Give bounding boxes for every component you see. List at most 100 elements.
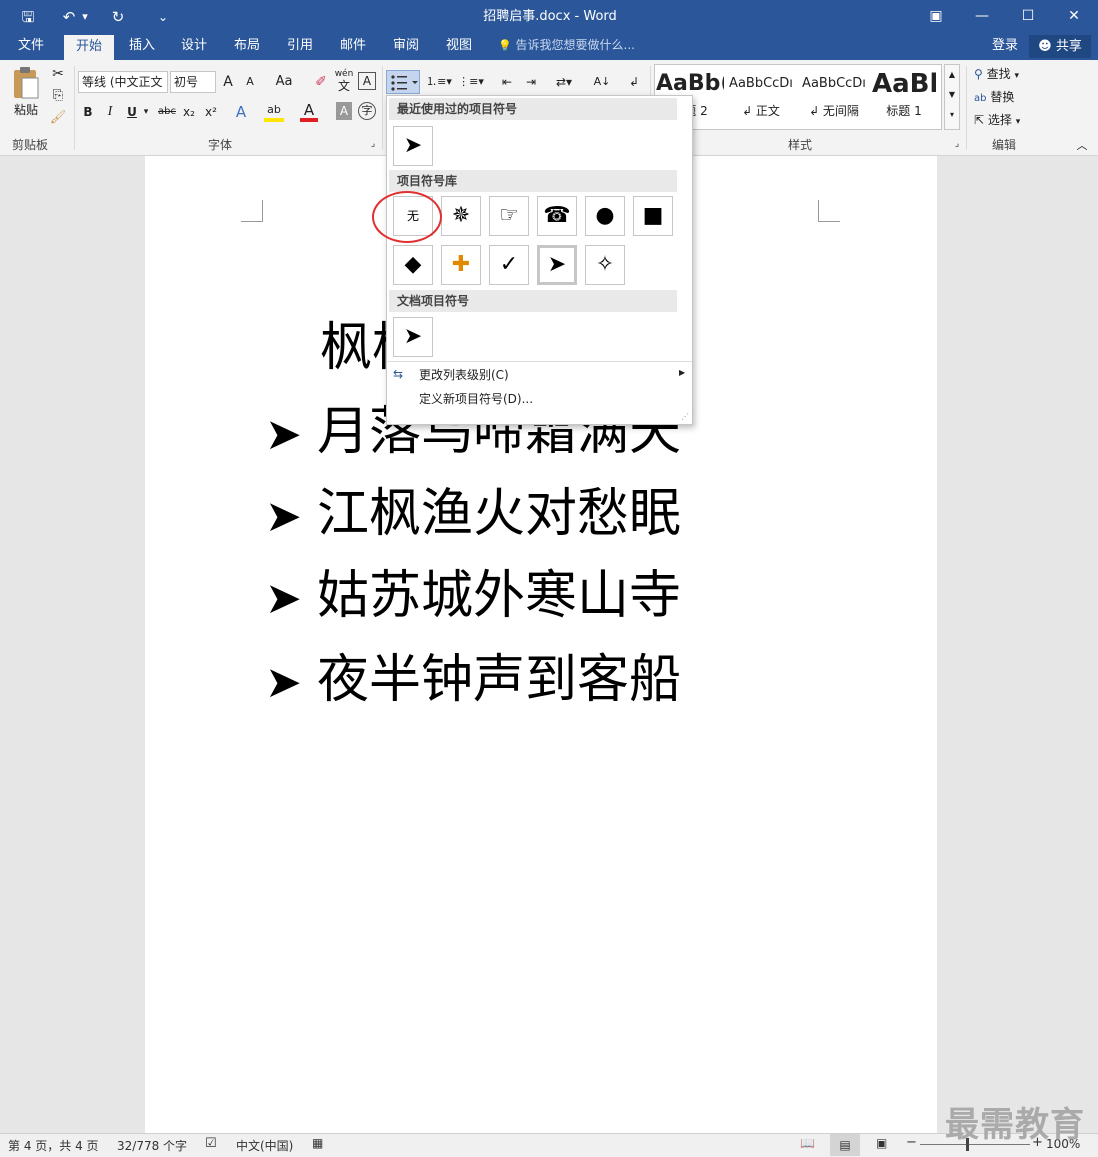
bullet-star[interactable]: ✵: [441, 196, 481, 236]
paste-label[interactable]: 粘贴: [10, 100, 42, 120]
resize-grip-icon[interactable]: ⋰: [681, 412, 689, 421]
style-no-spacing[interactable]: AaBbCcDı ↲ 无间隔: [798, 66, 870, 128]
page-count[interactable]: 第 4 页，共 4 页: [8, 1137, 99, 1154]
style-normal[interactable]: AaBbCcDı ↲ 正文: [726, 66, 796, 128]
web-layout-icon[interactable]: ▣: [876, 1136, 887, 1150]
shrink-font-icon[interactable]: A: [242, 72, 258, 92]
font-name-combo[interactable]: 等线 (中文正文: [78, 71, 168, 93]
tab-design[interactable]: 设计: [172, 33, 216, 60]
format-painter-icon[interactable]: 🖌: [48, 108, 68, 128]
tab-file[interactable]: 文件: [8, 33, 54, 60]
print-layout-icon[interactable]: ▤: [830, 1134, 860, 1156]
decrease-indent-icon[interactable]: ⇤: [496, 72, 518, 92]
bullet-colored-cross[interactable]: ✚: [441, 245, 481, 285]
numbering-icon[interactable]: ⒈≡▾: [424, 72, 454, 92]
redo-icon[interactable]: ↻: [107, 6, 129, 28]
increase-indent-icon[interactable]: ⇥: [520, 72, 542, 92]
clipboard-group-label: 剪贴板: [11, 138, 48, 152]
tab-review[interactable]: 审阅: [384, 33, 428, 60]
window-title: 招聘启事.docx - Word: [483, 9, 617, 24]
chinese-layout-icon[interactable]: ⇄▾: [550, 72, 578, 92]
document-bullet-arrow[interactable]: ➤: [393, 317, 433, 357]
bullets-button[interactable]: [386, 70, 420, 94]
bullet-square[interactable]: ■: [633, 196, 673, 236]
define-new-bullet-item[interactable]: 定义新项目符号(D)...: [419, 388, 533, 410]
close-button[interactable]: ✕: [1051, 0, 1097, 33]
sort-icon[interactable]: A↓: [592, 72, 612, 92]
bullet-check[interactable]: ✓: [489, 245, 529, 285]
strikethrough-button[interactable]: abc: [156, 102, 178, 122]
undo-menu-icon[interactable]: ▾: [79, 6, 91, 28]
save-icon[interactable]: 🖫: [17, 6, 39, 28]
editing-group-label: 编辑: [991, 138, 1016, 152]
cut-icon[interactable]: ✂: [48, 64, 68, 84]
superscript-button[interactable]: x²: [202, 102, 220, 122]
tab-layout[interactable]: 布局: [225, 33, 269, 60]
tab-home[interactable]: 开始: [64, 35, 114, 60]
bullet-hand[interactable]: ☞: [489, 196, 529, 236]
clear-formatting-icon[interactable]: ✐: [312, 72, 330, 92]
proofing-icon[interactable]: ☑: [205, 1136, 217, 1151]
styles-dialog-launcher-icon[interactable]: ⌟: [952, 138, 962, 150]
ribbon-display-icon[interactable]: ▣: [913, 0, 959, 33]
tab-insert[interactable]: 插入: [120, 33, 164, 60]
style-heading1[interactable]: AaBl 标题 1: [872, 66, 936, 128]
chevron-down-icon: ▾: [1014, 71, 1019, 81]
collapse-ribbon-icon[interactable]: ︿: [1074, 136, 1090, 156]
copy-icon[interactable]: ⎘: [48, 86, 68, 106]
tab-view[interactable]: 视图: [437, 33, 481, 60]
read-mode-icon[interactable]: 📖: [800, 1136, 815, 1150]
phonetic-guide-icon[interactable]: wén 文: [334, 68, 354, 96]
show-marks-icon[interactable]: ↲: [626, 72, 642, 92]
underline-button[interactable]: U: [124, 102, 140, 122]
tab-mailings[interactable]: 邮件: [331, 33, 375, 60]
login-link[interactable]: 登录: [985, 33, 1025, 60]
cursor-icon: ⇱: [974, 113, 985, 127]
list-item[interactable]: ➤ 江枫渔火对愁眠: [265, 484, 681, 547]
select-button[interactable]: ⇱ 选择 ▾: [974, 110, 1040, 130]
text-effects-icon[interactable]: A: [232, 102, 250, 122]
italic-button[interactable]: I: [102, 102, 118, 122]
style-name: 标题 1: [886, 104, 922, 118]
replace-label: 替换: [990, 90, 1015, 104]
share-button[interactable]: ☻ 共享: [1029, 35, 1091, 58]
list-item[interactable]: ➤ 夜半钟声到客船: [265, 650, 681, 713]
recent-bullet-arrow[interactable]: ➤: [393, 126, 433, 166]
bullet-four-point-star[interactable]: ✧: [585, 245, 625, 285]
language-indicator[interactable]: 中文(中国): [236, 1137, 293, 1154]
change-case-icon[interactable]: Aa: [270, 72, 298, 92]
bullet-arrow[interactable]: ➤: [537, 245, 577, 285]
macro-icon[interactable]: ▦: [312, 1136, 323, 1150]
zoom-out-icon[interactable]: −: [906, 1135, 917, 1150]
multilevel-list-icon[interactable]: ⋮≡▾: [456, 72, 486, 92]
tell-me-box[interactable]: 💡 告诉我您想要做什么...: [498, 33, 648, 60]
word-count[interactable]: 32/778 个字: [117, 1137, 187, 1154]
font-size-combo[interactable]: 初号: [170, 71, 216, 93]
crop-mark: [241, 200, 263, 222]
phonetic-guide-top: wén: [334, 69, 354, 79]
enclose-characters-icon[interactable]: 字: [358, 102, 376, 120]
list-item[interactable]: ➤ 姑苏城外寒山寺: [265, 566, 681, 629]
bullet-diamond[interactable]: ◆: [393, 245, 433, 285]
tab-references[interactable]: 引用: [278, 33, 322, 60]
font-color-icon[interactable]: A: [300, 100, 318, 122]
minimize-button[interactable]: —: [959, 0, 1005, 33]
customize-toolbar-icon[interactable]: ⌄: [152, 6, 174, 28]
character-shading-icon[interactable]: A: [336, 102, 352, 120]
undo-icon[interactable]: ↶: [58, 6, 80, 28]
styles-scroll[interactable]: ▲ ▼ ▾: [944, 64, 960, 130]
change-list-level-item[interactable]: 更改列表级别(C): [419, 364, 509, 386]
grow-font-icon[interactable]: A: [220, 72, 236, 92]
underline-menu-icon[interactable]: ▾: [140, 102, 152, 122]
bold-button[interactable]: B: [80, 102, 96, 122]
highlight-icon[interactable]: ab: [264, 100, 284, 122]
replace-button[interactable]: ab 替换: [974, 87, 1040, 107]
bullet-circle[interactable]: ●: [585, 196, 625, 236]
bullet-phone[interactable]: ☎: [537, 196, 577, 236]
find-button[interactable]: ⚲ 查找 ▾: [974, 64, 1040, 84]
font-dialog-launcher-icon[interactable]: ⌟: [368, 138, 378, 150]
character-border-icon[interactable]: A: [358, 72, 376, 90]
paste-icon[interactable]: [10, 66, 42, 102]
subscript-button[interactable]: x₂: [180, 102, 198, 122]
maximize-button[interactable]: ☐: [1005, 0, 1051, 33]
